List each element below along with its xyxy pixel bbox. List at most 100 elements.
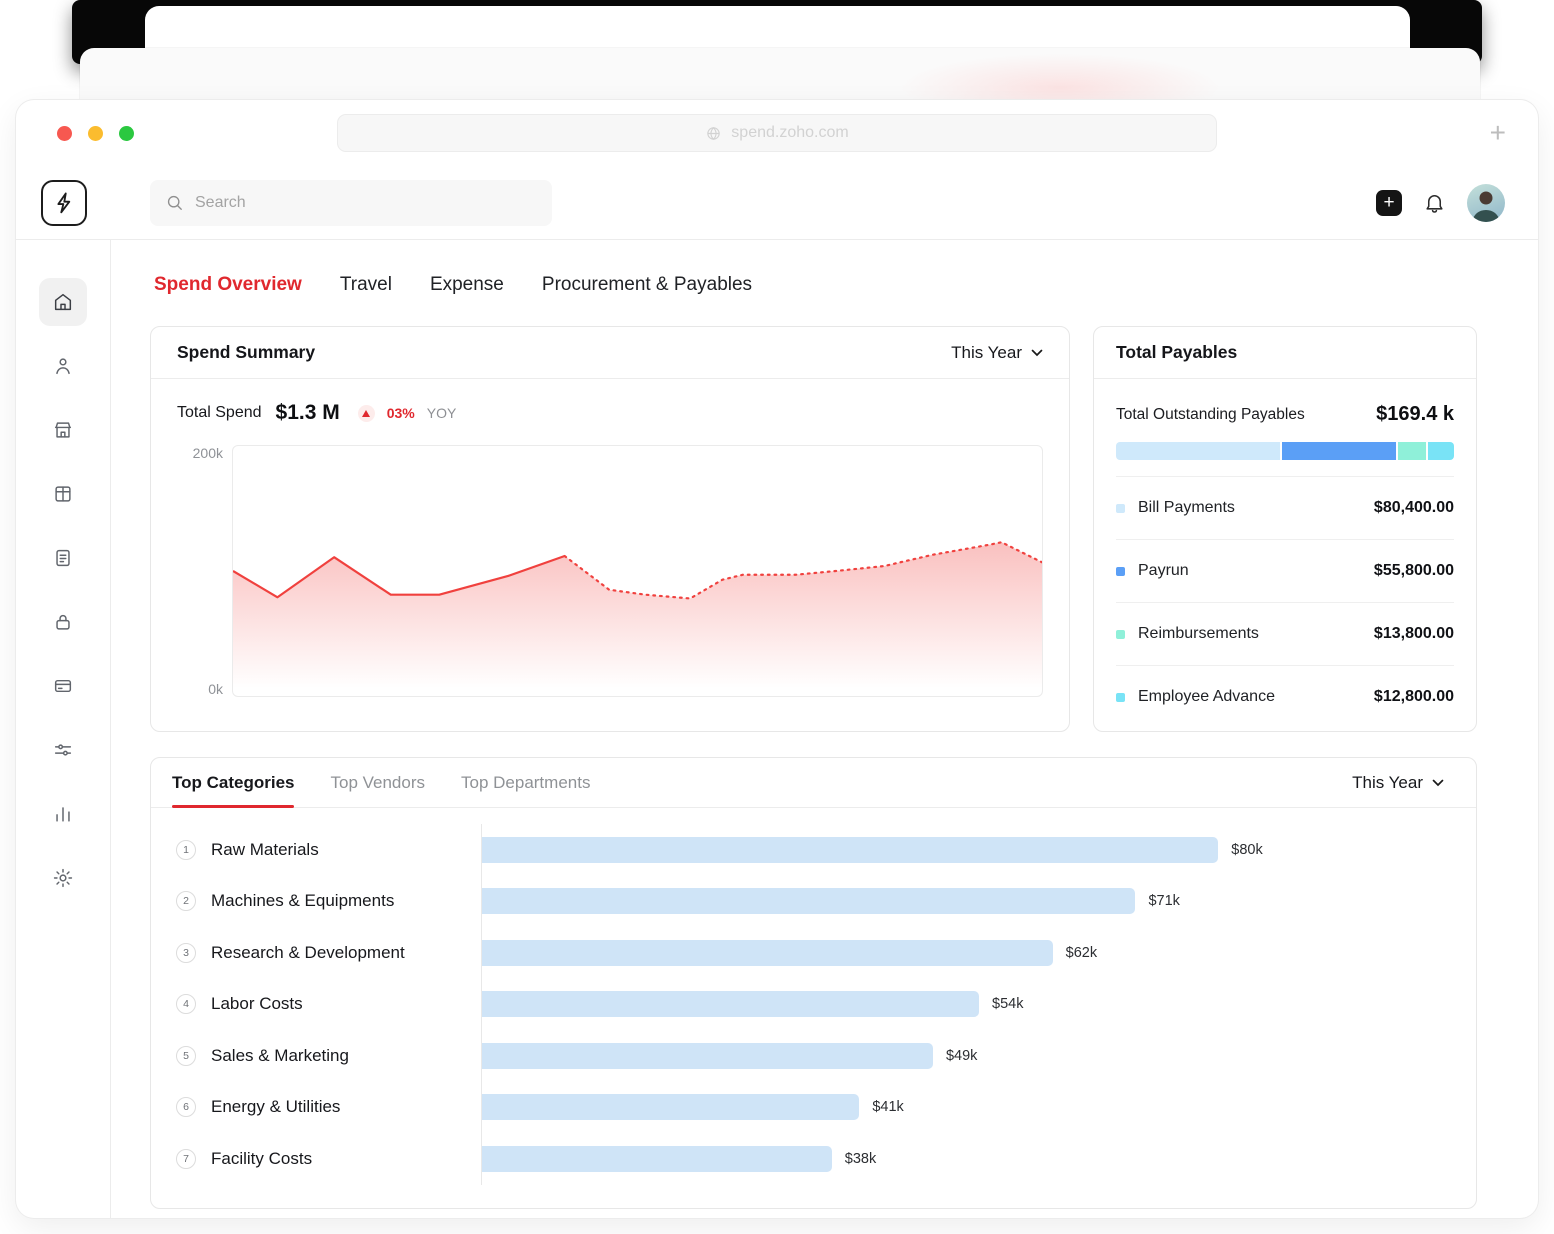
legend-swatch [1116,630,1125,639]
category-label: Sales & Marketing [211,1046,349,1066]
app-logo[interactable] [41,180,87,226]
legend-swatch [1116,567,1125,576]
quick-add-button[interactable]: + [1376,190,1402,216]
tab-top-departments[interactable]: Top Departments [461,758,590,807]
payables-segment-employee-advance [1428,442,1454,460]
category-row-facility-costs: 7Facility Costs$38k [151,1133,1476,1185]
category-bar[interactable] [482,1043,933,1069]
payables-segment-reimbursements [1398,442,1426,460]
rank-badge: 1 [176,840,196,860]
module-tabs: Spend Overview Travel Expense Procurement &… [154,274,1477,296]
category-row-machines-equipments: 2Machines & Equipments$71k [151,876,1476,928]
payables-row-payrun: Payrun$55,800.00 [1116,539,1454,602]
sliders-icon [52,739,74,761]
category-bar-chart: 1 Raw Materials $80k 2 Machines & Equipments… [151,808,1476,1208]
board-icon [52,483,74,505]
category-value: $80k [1231,842,1262,858]
minimize-window-button[interactable] [88,126,103,141]
category-value: $41k [872,1099,903,1115]
payable-value: $80,400.00 [1374,499,1454,517]
category-row-energy-utilities: 6Energy & Utilities$41k [151,1082,1476,1134]
payables-segment-payrun [1282,442,1396,460]
outstanding-payables-label: Total Outstanding Payables [1116,406,1305,424]
top-spend-card: Top Categories Top Vendors Top Departments… [150,757,1477,1209]
rank-badge: 5 [176,1046,196,1066]
category-value: $62k [1066,945,1097,961]
payables-stacked-bar [1116,442,1454,460]
payables-row-bill-payments: Bill Payments $80,400.00 [1116,476,1454,539]
total-spend-value: $1.3 M [276,401,340,425]
gear-icon [52,867,74,889]
category-row-raw-materials: 1 Raw Materials $80k [151,824,1476,876]
y-axis-labels: 200k 0k [177,445,223,697]
category-bar[interactable] [482,1146,832,1172]
category-bar[interactable] [482,837,1218,863]
category-bar[interactable] [482,991,979,1017]
store-icon [52,419,74,441]
address-bar[interactable]: spend.zoho.com [337,114,1217,152]
sidebar-item-controls[interactable] [39,726,87,774]
browser-chrome: spend.zoho.com + [16,100,1538,166]
yoy-label: YOY [427,405,457,421]
category-label: Facility Costs [211,1149,312,1169]
sidebar-item-boards[interactable] [39,470,87,518]
spend-summary-period-dropdown[interactable]: This Year [951,343,1043,363]
chevron-down-icon [1031,349,1043,357]
user-avatar[interactable] [1467,184,1505,222]
tab-spend-overview[interactable]: Spend Overview [154,274,302,296]
sidebar-item-analytics[interactable] [39,790,87,838]
zoom-window-button[interactable] [119,126,134,141]
payable-value: $55,800.00 [1374,562,1454,580]
sidebar-item-settings[interactable] [39,854,87,902]
payable-label: Employee Advance [1138,688,1275,706]
browser-window: spend.zoho.com + + [16,100,1538,1218]
lock-icon [52,611,74,633]
spend-trend-chart[interactable] [232,445,1043,697]
category-value: $38k [845,1151,876,1167]
tab-top-vendors[interactable]: Top Vendors [330,758,425,807]
category-bar[interactable] [482,1094,859,1120]
category-bar[interactable] [482,888,1135,914]
payable-label: Bill Payments [1138,499,1235,517]
payable-value: $12,800.00 [1374,688,1454,706]
sidebar-item-vendors[interactable] [39,406,87,454]
rank-badge: 2 [176,891,196,911]
close-window-button[interactable] [57,126,72,141]
notifications-bell-icon[interactable] [1423,191,1446,214]
window-controls [57,126,134,141]
spend-summary-title: Spend Summary [177,342,315,363]
category-label: Raw Materials [211,840,319,860]
sidebar-item-invoices[interactable] [39,534,87,582]
payables-row-reimbursements: Reimbursements$13,800.00 [1116,602,1454,665]
tab-top-categories[interactable]: Top Categories [172,758,294,807]
category-value: $54k [992,996,1023,1012]
sidebar-item-people[interactable] [39,342,87,390]
top-spend-period-dropdown[interactable]: This Year [1352,773,1444,793]
person-icon [52,355,74,377]
address-bar-url: spend.zoho.com [731,124,848,142]
lightning-logo-icon [51,190,77,216]
tab-procurement-payables[interactable]: Procurement & Payables [542,274,752,296]
yoy-up-arrow-icon [358,405,375,422]
new-tab-button[interactable]: + [1490,119,1506,147]
payables-row-employee-advance: Employee Advance $12,800.00 [1116,665,1454,728]
category-label: Labor Costs [211,994,303,1014]
tab-travel[interactable]: Travel [340,274,392,296]
search-input[interactable] [150,180,552,226]
category-bar[interactable] [482,940,1053,966]
globe-icon [705,125,722,142]
sidebar-item-home[interactable] [39,278,87,326]
tab-expense[interactable]: Expense [430,274,504,296]
category-row-research-development: 3Research & Development$62k [151,927,1476,979]
total-payables-title: Total Payables [1116,342,1237,363]
avatar-portrait [1467,184,1505,222]
category-row-labor-costs: 4Labor Costs$54k [151,979,1476,1031]
total-spend-label: Total Spend [177,404,262,422]
sidebar-item-payments[interactable] [39,662,87,710]
search-field[interactable] [195,194,537,212]
yoy-change-value: 03% [387,405,415,421]
sidebar-item-approvals[interactable] [39,598,87,646]
payables-list: Bill Payments $80,400.00 Payrun$55,800.00R… [1116,476,1454,728]
category-label: Machines & Equipments [211,891,394,911]
sidebar [16,240,111,1218]
